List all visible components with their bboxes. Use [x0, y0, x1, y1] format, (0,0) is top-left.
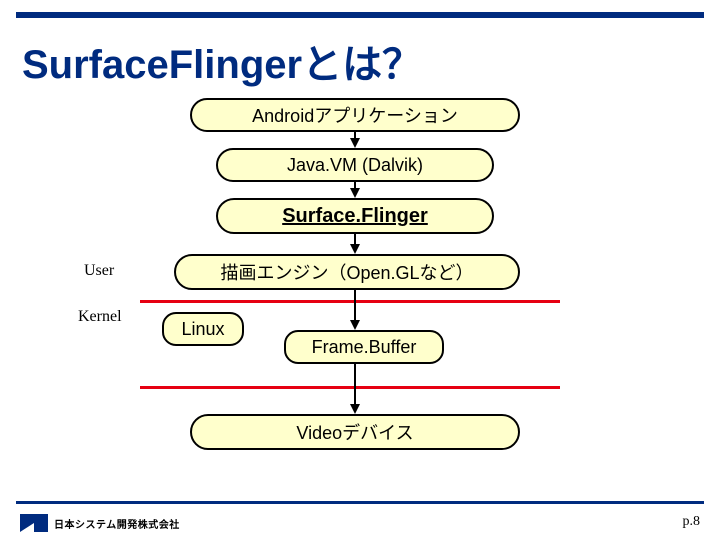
box-framebuffer: Frame.Buffer [284, 330, 444, 364]
divider-user-kernel [140, 300, 560, 303]
arrow-head-2 [350, 188, 360, 198]
arrow-head-5 [350, 404, 360, 414]
arrow-stem-3 [354, 234, 356, 244]
top-accent-bar [16, 12, 704, 18]
box-android-app: Androidアプリケーション [190, 98, 520, 132]
box-surface-flinger: Surface.Flinger [216, 198, 494, 234]
arrow-stem-4 [354, 290, 356, 320]
logo-icon [20, 514, 48, 532]
footer-accent-bar [16, 501, 704, 504]
box-render-engine-label: 描画エンジン（Open.GLなど） [220, 259, 473, 285]
box-linux-label: Linux [181, 319, 224, 340]
footer-logo: 日本システム開発株式会社 [20, 514, 180, 532]
page-title: SurfaceFlingerとは？ [22, 32, 422, 90]
box-linux: Linux [162, 312, 244, 346]
box-surface-flinger-label: Surface.Flinger [282, 205, 428, 228]
arrow-head-1 [350, 138, 360, 148]
box-render-engine: 描画エンジン（Open.GLなど） [174, 254, 520, 290]
box-java-vm: Java.VM (Dalvik) [216, 148, 494, 182]
label-kernel: Kernel [78, 308, 122, 326]
box-framebuffer-label: Frame.Buffer [312, 337, 417, 358]
label-user: User [84, 262, 114, 280]
box-video-device-label: Videoデバイス [296, 419, 413, 445]
arrow-head-3 [350, 244, 360, 254]
company-name: 日本システム開発株式会社 [54, 516, 180, 531]
page-number: p.8 [683, 514, 701, 530]
arrow-stem-5 [354, 364, 356, 404]
divider-kernel-hw [140, 386, 560, 389]
arrow-head-4 [350, 320, 360, 330]
box-android-app-label: Androidアプリケーション [252, 102, 458, 128]
box-java-vm-label: Java.VM (Dalvik) [287, 155, 423, 176]
box-video-device: Videoデバイス [190, 414, 520, 450]
